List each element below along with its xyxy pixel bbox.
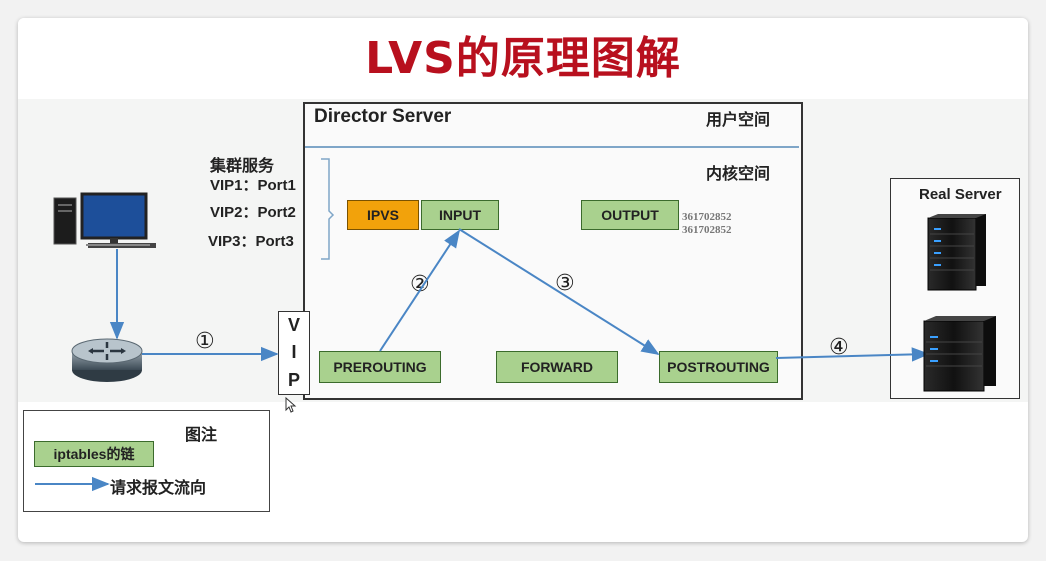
step-2-arrow	[379, 229, 460, 352]
mouse-cursor-icon	[285, 396, 297, 413]
step-4-arrow	[775, 347, 930, 362]
client-computer-icon	[53, 192, 156, 248]
step-3-arrow	[458, 228, 660, 355]
server-rack-icon	[927, 214, 986, 291]
cluster-brace	[321, 158, 335, 260]
server-rack-icon	[923, 316, 996, 392]
diagram-graphics	[35, 158, 996, 492]
diagram-canvas: LVS的原理图解 Director Server 用户空间 内核空间 集群服务 …	[18, 18, 1028, 542]
router-icon	[71, 338, 143, 382]
